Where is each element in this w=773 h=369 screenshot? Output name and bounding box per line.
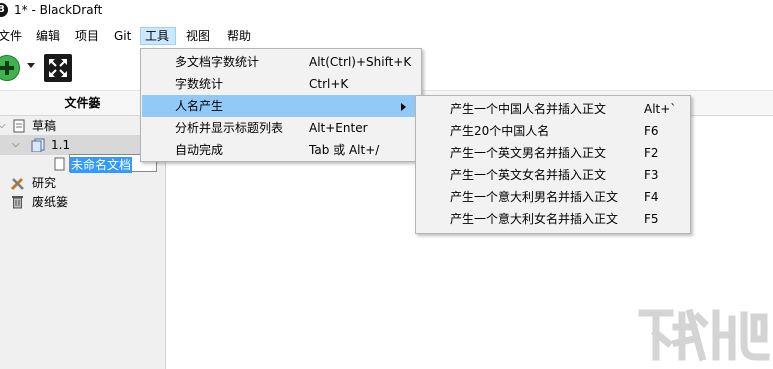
submenu-item-english-male-name[interactable]: 产生一个英文男名并插入正文 F2 xyxy=(417,142,689,164)
submenu-item-english-female-name[interactable]: 产生一个英文女名并插入正文 F3 xyxy=(417,164,689,186)
submenu-item-italian-male-name[interactable]: 产生一个意大利男名并插入正文 F4 xyxy=(417,186,689,208)
menu-item-label: 产生一个英文女名并插入正文 xyxy=(450,168,607,182)
tree-item-trash[interactable]: 废纸篓 xyxy=(0,192,165,212)
menu-file[interactable]: 文件 xyxy=(0,27,26,45)
menu-item-label: 人名产生 xyxy=(175,99,224,113)
app-logo-icon: B xyxy=(0,3,8,17)
menu-item-label: 字数统计 xyxy=(175,77,224,91)
fullscreen-icon[interactable] xyxy=(44,54,72,82)
menu-item-shortcut: F3 xyxy=(644,168,659,182)
plus-circle-icon[interactable] xyxy=(0,55,20,81)
menu-edit[interactable]: 编辑 xyxy=(32,27,64,45)
tree-item-label: 草稿 xyxy=(32,119,57,133)
menu-item-word-count[interactable]: 字数统计 Ctrl+K xyxy=(142,73,420,95)
chevron-down-icon[interactable]: ⌵ xyxy=(12,135,20,155)
submenu-item-chinese-name-insert[interactable]: 产生一个中国人名并插入正文 Alt+` xyxy=(417,98,689,120)
menu-item-autocomplete[interactable]: 自动完成 Tab 或 Alt+/ xyxy=(142,139,420,161)
tools-dropdown-menu: 多文档字数统计 Alt(Ctrl)+Shift+K 字数统计 Ctrl+K 人名… xyxy=(140,48,422,162)
name-generator-submenu: 产生一个中国人名并插入正文 Alt+` 产生20个中国人名 F6 产生一个英文男… xyxy=(415,95,691,234)
menu-item-shortcut: Alt(Ctrl)+Shift+K xyxy=(309,55,412,69)
title-bar: B 1* - BlackDraft xyxy=(0,0,773,22)
rename-input-text: 未命名文档 xyxy=(70,157,133,173)
menu-item-label: 产生一个意大利男名并插入正文 xyxy=(450,190,619,204)
menu-tools[interactable]: 工具 xyxy=(140,27,176,45)
menu-item-shortcut: Alt+Enter xyxy=(309,121,368,135)
menu-item-label: 产生一个英文男名并插入正文 xyxy=(450,146,607,160)
tree-item-label: 废纸篓 xyxy=(32,195,69,209)
menu-item-label: 产生20个中国人名 xyxy=(450,124,550,138)
menu-item-shortcut: F5 xyxy=(644,212,659,226)
menu-item-shortcut: F2 xyxy=(644,146,659,160)
menu-item-multi-doc-word-count[interactable]: 多文档字数统计 Alt(Ctrl)+Shift+K xyxy=(142,51,420,73)
chevron-down-icon[interactable]: ⌵ xyxy=(0,116,6,136)
menu-view[interactable]: 视图 xyxy=(182,27,214,45)
menu-item-heading-list[interactable]: 分析并显示标题列表 Alt+Enter xyxy=(142,117,420,139)
menu-item-shortcut: F6 xyxy=(644,124,659,138)
menu-item-label: 分析并显示标题列表 xyxy=(175,121,284,135)
tree-item-label: 研究 xyxy=(32,176,57,190)
menu-item-label: 产生一个中国人名并插入正文 xyxy=(450,102,607,116)
submenu-item-20-chinese-names[interactable]: 产生20个中国人名 F6 xyxy=(417,120,689,142)
watermark-logo xyxy=(636,305,770,365)
window-title: 1* - BlackDraft xyxy=(14,3,103,17)
menu-item-name-generator[interactable]: 人名产生 xyxy=(142,95,420,117)
menu-item-label: 自动完成 xyxy=(175,143,224,157)
menu-item-shortcut: F4 xyxy=(644,190,659,204)
chevron-right-icon xyxy=(401,103,406,111)
tree-item-research[interactable]: 研究 xyxy=(0,173,165,193)
submenu-item-italian-female-name[interactable]: 产生一个意大利女名并插入正文 F5 xyxy=(417,208,689,230)
menu-help[interactable]: 帮助 xyxy=(223,27,255,45)
menu-item-shortcut: Alt+` xyxy=(644,102,677,116)
menu-item-label: 多文档字数统计 xyxy=(175,55,260,69)
menu-item-shortcut: Ctrl+K xyxy=(309,77,349,91)
tree-item-label: 1.1 xyxy=(51,138,71,152)
menu-bar: 文件 编辑 项目 Git 工具 视图 帮助 xyxy=(0,24,773,48)
menu-git[interactable]: Git xyxy=(110,27,135,45)
menu-project[interactable]: 项目 xyxy=(71,27,103,45)
chevron-down-icon[interactable] xyxy=(27,63,35,68)
trash-icon xyxy=(11,195,24,215)
menu-item-label: 产生一个意大利女名并插入正文 xyxy=(450,212,619,226)
menu-item-shortcut: Tab 或 Alt+/ xyxy=(309,143,380,157)
